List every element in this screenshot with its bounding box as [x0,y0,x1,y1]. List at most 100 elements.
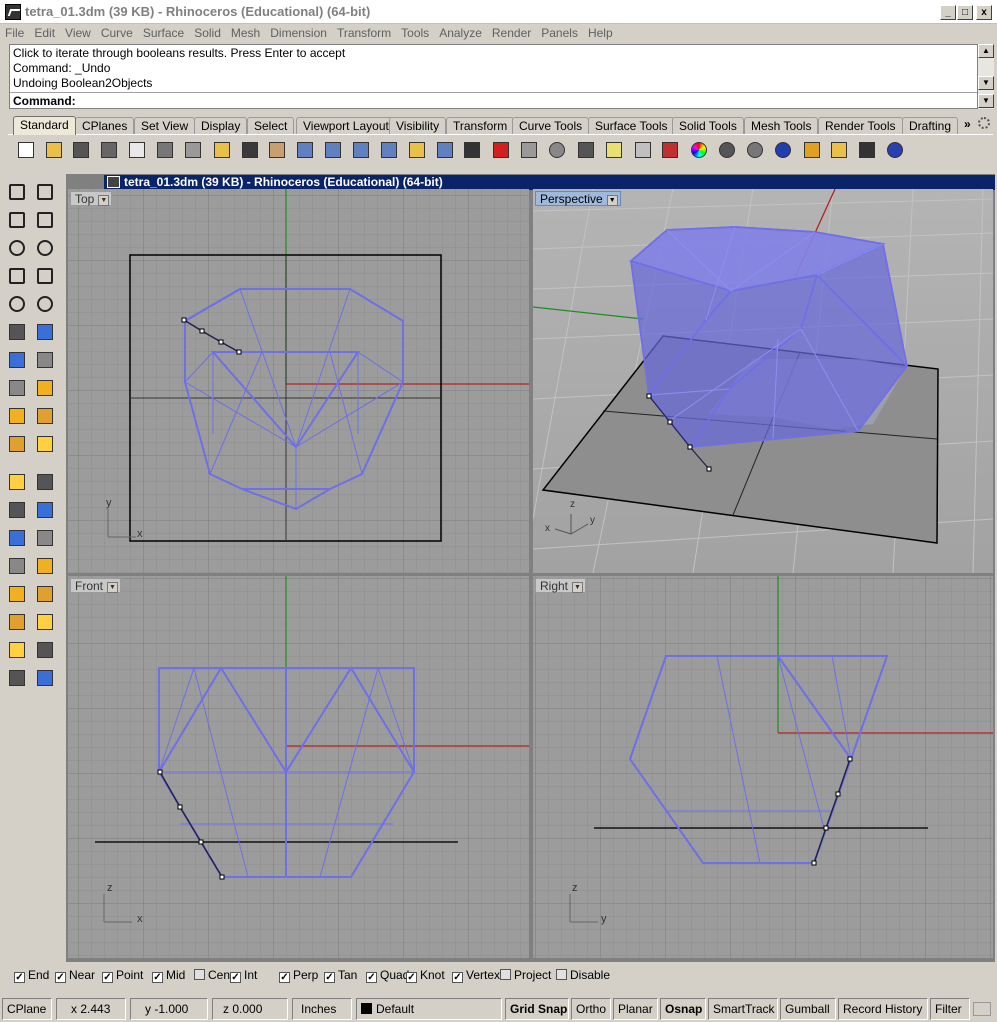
menu-curve[interactable]: Curve [96,24,138,40]
status-cplane[interactable]: CPlane [2,998,52,1020]
align-icon[interactable] [34,611,56,633]
pan-hand-icon[interactable] [266,139,288,161]
circle-select-icon[interactable] [546,139,568,161]
flow-icon[interactable] [6,639,28,661]
menu-dimension[interactable]: Dimension [265,24,332,40]
tab-set-view[interactable]: Set View [134,117,196,134]
arc-icon[interactable] [6,265,28,287]
maximize-button[interactable]: □ [957,5,973,20]
osnap-checkbox[interactable]: ✓ [55,972,66,983]
mesh-plane-icon[interactable] [34,377,56,399]
paste-icon[interactable] [211,139,233,161]
print-icon[interactable] [98,139,120,161]
osnap-knot[interactable]: ✓ Knot [406,968,445,983]
shaded-sphere-icon[interactable] [716,139,738,161]
pen-icon[interactable] [801,139,823,161]
viewport-label-front[interactable]: Front ▼ [70,578,122,593]
loft-icon[interactable] [34,321,56,343]
grid-icon[interactable] [518,139,540,161]
viewport-label-perspective[interactable]: Perspective ▼ [535,191,621,206]
rectangle-icon[interactable] [34,265,56,287]
menu-tools[interactable]: Tools [396,24,434,40]
fillet-curve-icon[interactable] [34,293,56,315]
explode-icon[interactable] [34,405,56,427]
layer-icon[interactable] [659,139,681,161]
rhino-app-icon[interactable] [5,4,21,20]
osnap-checkbox[interactable]: ✓ [406,972,417,983]
viewport-front[interactable]: Front ▼ x z [68,576,529,958]
gumball-toggle[interactable]: Gumball [780,998,836,1020]
smarttrack-toggle[interactable]: SmartTrack [708,998,778,1020]
tab-cplanes[interactable]: CPlanes [75,117,135,134]
osnap-point[interactable]: ✓ Point [102,968,143,983]
osnap-disable[interactable]: Disable [556,968,610,982]
polyline-icon[interactable] [6,209,28,231]
grid-snap-toggle[interactable]: Grid Snap [505,998,569,1020]
osnap-end[interactable]: ✓ End [14,968,49,983]
command-history[interactable]: Click to iterate through booleans result… [9,44,978,109]
resize-grip[interactable] [973,1002,991,1016]
command-scrollbar[interactable]: ▲ ▼ ▼ [978,44,994,109]
bulb-icon[interactable] [603,139,625,161]
filter-toggle[interactable]: Filter [930,998,970,1020]
zoom-window-icon[interactable] [350,139,372,161]
osnap-perp[interactable]: ✓ Perp [279,968,318,983]
zoom-dynamic-icon[interactable] [322,139,344,161]
split-icon[interactable] [34,433,56,455]
osnap-checkbox[interactable]: ✓ [152,972,163,983]
render-icon[interactable] [34,667,56,689]
boolean-union-icon[interactable] [6,471,28,493]
osnap-checkbox[interactable]: ✓ [366,972,377,983]
osnap-quad[interactable]: ✓ Quad [366,968,409,983]
minimize-button[interactable]: _ [940,5,956,20]
tab-drafting[interactable]: Drafting [902,117,959,134]
tab-curve-tools[interactable]: Curve Tools [512,117,590,134]
viewport-label-top[interactable]: Top ▼ [70,191,113,206]
chevron-down-icon[interactable]: ▼ [98,195,110,206]
offset-icon[interactable] [6,499,28,521]
osnap-mid[interactable]: ✓ Mid [152,968,185,983]
osnap-near[interactable]: ✓ Near [55,968,95,983]
gear-icon[interactable] [828,139,850,161]
block-icon[interactable] [34,527,56,549]
tab-viewport-layout[interactable]: Viewport Layout [296,117,396,134]
menu-surface[interactable]: Surface [138,24,189,40]
menu-edit[interactable]: Edit [29,24,60,40]
rotate-view-icon[interactable] [294,139,316,161]
menu-render[interactable]: Render [487,24,536,40]
osnap-checkbox[interactable] [500,969,511,980]
group-icon[interactable] [34,471,56,493]
osnap-checkbox[interactable] [194,969,205,980]
array-icon[interactable] [6,555,28,577]
tab-solid-tools[interactable]: Solid Tools [672,117,744,134]
cut-icon[interactable] [154,139,176,161]
analyze-icon[interactable] [6,667,28,689]
tab-select[interactable]: Select [247,117,295,134]
osnap-checkbox[interactable]: ✓ [324,972,335,983]
top-view-canvas[interactable] [68,189,529,573]
gear-icon[interactable] [978,117,990,129]
ellipse-icon[interactable] [34,237,56,259]
tab-mesh-tools[interactable]: Mesh Tools [744,117,819,134]
right-view-canvas[interactable] [533,576,993,958]
polygon-icon[interactable] [6,293,28,315]
trim-icon[interactable] [6,433,28,455]
tabs-overflow-icon[interactable]: » [964,117,971,131]
osnap-checkbox[interactable]: ✓ [452,972,463,983]
menu-solid[interactable]: Solid [189,24,226,40]
blue-sphere-icon[interactable] [772,139,794,161]
save-icon[interactable] [70,139,92,161]
chevron-down-icon[interactable]: ▼ [107,582,119,593]
tab-display[interactable]: Display [194,117,248,134]
circle-icon[interactable] [6,237,28,259]
sphere-cluster-icon[interactable] [34,349,56,371]
front-view-canvas[interactable] [68,576,529,958]
rendered-sphere-icon[interactable] [744,139,766,161]
close-button[interactable]: x [976,5,992,20]
zoom-extents-icon[interactable] [378,139,400,161]
record-history-toggle[interactable]: Record History [838,998,928,1020]
new-file-icon[interactable] [15,139,37,161]
osnap-int[interactable]: ✓ Int [230,968,257,983]
surface-from-points-icon[interactable] [6,321,28,343]
undo-view-icon[interactable] [434,139,456,161]
